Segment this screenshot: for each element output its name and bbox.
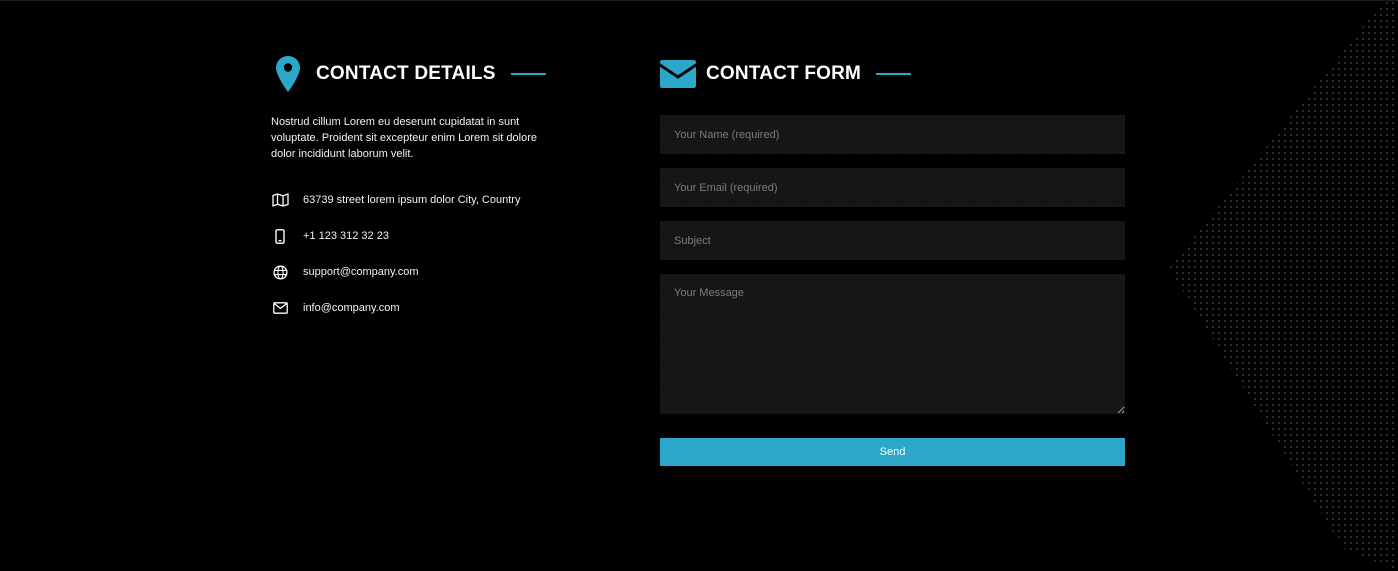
top-divider bbox=[0, 0, 1398, 1]
address-item: 63739 street lorem ipsum dolor City, Cou… bbox=[271, 182, 571, 218]
contact-form-section: CONTACT FORM Send bbox=[660, 54, 1125, 466]
envelope-icon bbox=[660, 60, 696, 88]
envelope-icon bbox=[271, 299, 289, 317]
phone-text: +1 123 312 32 23 bbox=[303, 230, 389, 242]
email-input[interactable] bbox=[660, 168, 1125, 207]
address-text: 63739 street lorem ipsum dolor City, Cou… bbox=[303, 194, 521, 206]
contact-intro-text: Nostrud cillum Lorem eu deserunt cupidat… bbox=[271, 116, 537, 160]
subject-input[interactable] bbox=[660, 221, 1125, 260]
contact-info-list: 63739 street lorem ipsum dolor City, Cou… bbox=[271, 182, 571, 326]
send-button[interactable]: Send bbox=[660, 438, 1125, 466]
contact-details-heading: CONTACT DETAILS bbox=[271, 54, 571, 94]
contact-details-title: CONTACT DETAILS bbox=[316, 63, 496, 84]
mobile-phone-icon bbox=[271, 227, 289, 245]
phone-item: +1 123 312 32 23 bbox=[271, 218, 571, 254]
heading-accent-line bbox=[876, 73, 912, 75]
contact-form-title: CONTACT FORM bbox=[706, 63, 862, 84]
map-pin-icon bbox=[276, 56, 300, 92]
message-textarea[interactable] bbox=[660, 274, 1125, 414]
support-email-item: support@company.com bbox=[271, 254, 571, 290]
map-icon bbox=[271, 191, 289, 209]
globe-icon bbox=[271, 263, 289, 281]
contact-details-section: CONTACT DETAILS Nostrud cillum Lorem eu … bbox=[271, 54, 571, 326]
contact-form: Send bbox=[660, 115, 1125, 466]
info-email-item: info@company.com bbox=[271, 290, 571, 326]
contact-form-heading: CONTACT FORM bbox=[660, 54, 1125, 94]
support-email-text: support@company.com bbox=[303, 266, 419, 278]
heading-accent-line bbox=[510, 73, 546, 75]
name-input[interactable] bbox=[660, 115, 1125, 154]
info-email-text: info@company.com bbox=[303, 302, 400, 314]
